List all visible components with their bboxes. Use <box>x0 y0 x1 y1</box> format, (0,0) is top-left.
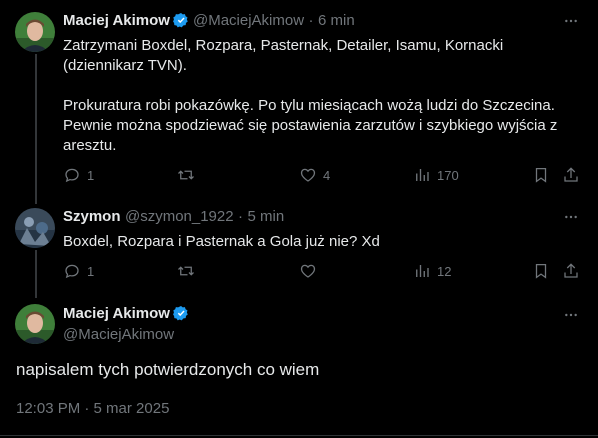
tweet-actions: 1 12 <box>63 261 580 281</box>
verified-badge-icon <box>173 305 189 326</box>
tweet-timestamp[interactable]: 12:03 PM · 5 mar 2025 <box>16 400 169 417</box>
tweet-actions: 1 4 170 <box>63 165 580 185</box>
heart-icon <box>299 262 317 280</box>
tweet-time[interactable]: 5 min <box>248 208 285 225</box>
author-name[interactable]: Maciej Akimow <box>63 305 170 322</box>
bookmark-button[interactable] <box>532 261 550 281</box>
views-button[interactable]: 170 <box>413 165 459 185</box>
text-line: Boxdel, Rozpara i Pasternak a Gola już n… <box>63 233 380 250</box>
views-button[interactable]: 12 <box>413 261 451 281</box>
bookmark-button[interactable] <box>532 165 550 185</box>
text-line: (dziennikarz TVN). <box>63 57 187 74</box>
author-handle[interactable]: @MaciejAkimow <box>63 326 174 343</box>
like-button[interactable]: 4 <box>299 165 330 185</box>
verified-badge-icon <box>173 12 189 33</box>
avatar[interactable] <box>15 304 55 344</box>
author-name[interactable]: Szymon <box>63 208 121 225</box>
main-author-row: Maciej Akimow <box>63 305 193 326</box>
divider <box>0 435 598 436</box>
main-tweet-text: napisalem tych potwierdzonych co wiem <box>16 360 320 379</box>
separator: · <box>308 12 314 29</box>
views-icon <box>413 166 431 184</box>
heart-icon <box>299 166 317 184</box>
reply-count: 1 <box>87 263 95 279</box>
share-icon <box>562 166 580 184</box>
separator: · <box>238 208 244 225</box>
more-icon[interactable] <box>562 306 580 324</box>
tweet-time[interactable]: 6 min <box>318 12 355 29</box>
tweet-header: Szymon @szymon_1922 · 5 min <box>63 208 284 226</box>
text-line: aresztu. <box>63 137 117 154</box>
repost-icon <box>177 166 195 184</box>
share-icon <box>562 262 580 280</box>
views-count: 170 <box>437 167 459 183</box>
avatar[interactable] <box>15 12 55 52</box>
bookmark-icon <box>532 262 550 280</box>
author-handle[interactable]: @MaciejAkimow <box>193 12 304 29</box>
author-name[interactable]: Maciej Akimow <box>63 12 170 29</box>
share-button[interactable] <box>562 165 580 185</box>
reply-count: 1 <box>87 167 95 183</box>
text-line: Pewnie można spodziewać się postawienia … <box>63 117 558 134</box>
tweet-text: Zatrzymani Boxdel, Rozpara, Pasternak, D… <box>63 36 583 156</box>
text-line <box>63 76 583 96</box>
like-count: 4 <box>323 167 331 183</box>
bookmark-icon <box>532 166 550 184</box>
reply-button[interactable]: 1 <box>63 165 94 185</box>
repost-button[interactable] <box>177 261 201 281</box>
thread-line <box>35 54 37 204</box>
repost-button[interactable] <box>177 165 201 185</box>
views-count: 12 <box>437 263 452 279</box>
reply-icon <box>63 166 81 184</box>
tweet-text: Boxdel, Rozpara i Pasternak a Gola już n… <box>63 232 583 252</box>
more-icon[interactable] <box>562 12 580 30</box>
thread-line <box>35 250 37 298</box>
tweet-header: Maciej Akimow @MaciejAkimow · 6 min <box>63 12 355 33</box>
text-line: Prokuratura robi pokazówkę. Po tylu mies… <box>63 97 555 114</box>
share-button[interactable] <box>562 261 580 281</box>
like-button[interactable] <box>299 261 323 281</box>
reply-icon <box>63 262 81 280</box>
more-icon[interactable] <box>562 208 580 226</box>
text-line: Zatrzymani Boxdel, Rozpara, Pasternak, D… <box>63 37 504 54</box>
reply-button[interactable]: 1 <box>63 261 94 281</box>
author-handle[interactable]: @szymon_1922 <box>125 208 234 225</box>
views-icon <box>413 262 431 280</box>
avatar[interactable] <box>15 208 55 248</box>
repost-icon <box>177 262 195 280</box>
